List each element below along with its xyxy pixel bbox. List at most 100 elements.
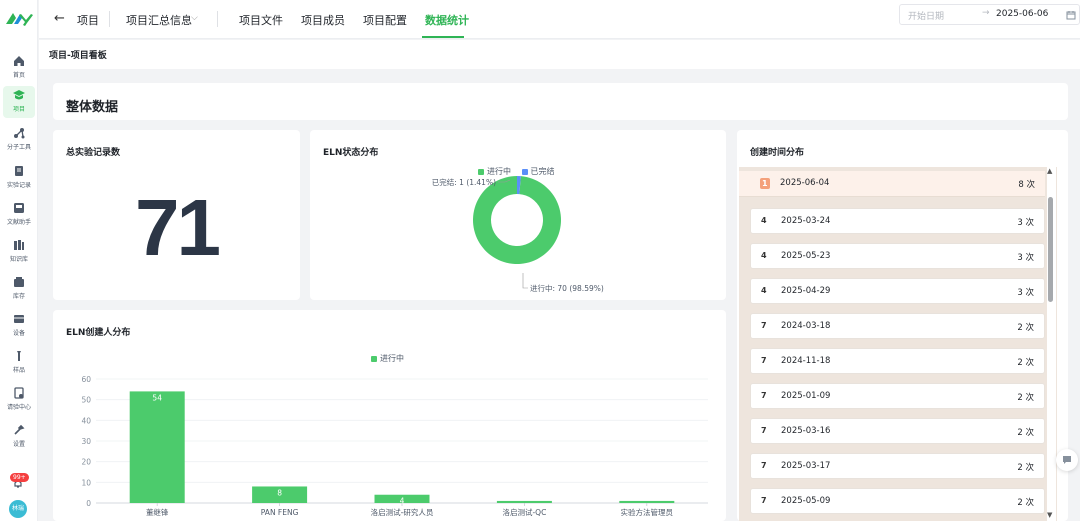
slice-label-done: 已完结: 1 (1.41%): [432, 177, 496, 187]
leader-line-progress: [522, 273, 528, 289]
list-item-date: 2025-05-09: [781, 496, 831, 506]
sidebar-item-knowledge[interactable]: 知识库: [0, 236, 38, 268]
list-item-count: 2 次: [1017, 323, 1034, 333]
y-tick-label: 50: [81, 396, 91, 405]
sidebar-item-label: 样品: [12, 367, 25, 374]
sample-icon: [17, 351, 21, 361]
list-item[interactable]: 7 2025-03-17 2 次: [750, 453, 1045, 479]
notification-badge: 99+: [10, 473, 29, 482]
bar[interactable]: [129, 391, 185, 503]
list-item-date: 2024-03-18: [781, 321, 831, 331]
scrollbar-thumb[interactable]: [1048, 197, 1053, 302]
rank-badge: 7: [761, 391, 767, 400]
sidebar-item-device[interactable]: 设备: [0, 310, 38, 342]
start-date-input[interactable]: 开始日期: [908, 9, 944, 22]
knowledge-icon: [14, 240, 24, 250]
sidebar-item-request[interactable]: 请验中心: [0, 384, 38, 416]
list-item-date: 2025-05-23: [781, 251, 831, 261]
sidebar-item-literature[interactable]: 文献助手: [0, 199, 38, 231]
list-item-date: 2025-03-17: [781, 461, 831, 471]
list-item[interactable]: 7 2024-11-18 2 次: [750, 348, 1045, 374]
bar[interactable]: [496, 500, 552, 503]
avatar[interactable]: 林瑞: [9, 500, 27, 518]
breadcrumb: 项目-项目看板: [49, 51, 107, 61]
sidebar-item-label: 设备: [12, 330, 25, 337]
list-item-count: 2 次: [1017, 393, 1034, 403]
list-item[interactable]: 1 2025-06-04 8 次: [739, 171, 1045, 197]
back-arrow-icon[interactable]: ←: [54, 11, 65, 26]
list-item[interactable]: 7 2024-03-18 2 次: [750, 313, 1045, 339]
sidebar: 首页 项目 分子工具 实验记录 文献助手 知识库 库存 设备 样品 请验中心 设…: [0, 0, 38, 521]
message-icon: [1063, 456, 1071, 464]
rank-badge: 4: [761, 286, 767, 295]
feedback-button[interactable]: [1056, 449, 1078, 471]
y-tick-label: 40: [81, 416, 91, 425]
list-item-count: 3 次: [1017, 288, 1034, 298]
tab-project-files[interactable]: 项目文件: [239, 12, 283, 28]
end-date-input[interactable]: 2025-06-06: [996, 9, 1048, 19]
sidebar-item-label: 请验中心: [6, 404, 31, 411]
sub-header: 项目-项目看板: [39, 40, 1080, 69]
list-item-date: 2025-03-24: [781, 216, 831, 226]
scrollbar[interactable]: ▲ ▼: [1047, 167, 1056, 521]
list-item[interactable]: 7 2025-05-09 2 次: [750, 488, 1045, 514]
rank-badge: 7: [761, 321, 767, 330]
divider: [109, 11, 110, 27]
eln-creator-bar-chart: 605040302010054董继锋8PAN FENG4洛启测试-研究人员 洛启测…: [81, 375, 708, 517]
back-label[interactable]: 项目: [77, 12, 99, 28]
divider: [217, 11, 218, 27]
scroll-down-icon[interactable]: ▼: [1047, 511, 1052, 519]
total-records-card: 总实验记录数 71: [53, 130, 300, 300]
sidebar-item-inventory[interactable]: 库存: [0, 273, 38, 305]
list-item-count: 2 次: [1017, 498, 1034, 508]
list-item[interactable]: 4 2025-03-24 3 次: [750, 208, 1045, 234]
tab-data-statistics[interactable]: 数据统计: [425, 12, 469, 28]
chevron-down-icon[interactable]: ⌵: [191, 13, 198, 23]
y-tick-label: 60: [81, 375, 91, 384]
eln-status-card: ELN状态分布 进行中 已完结 已完结: 1 (1.41%) 进行中: 70 (…: [310, 130, 726, 300]
sidebar-item-home[interactable]: 首页: [0, 52, 38, 84]
rank-badge: 4: [761, 216, 767, 225]
x-tick-label: 董继锋: [146, 507, 169, 517]
tab-project-config[interactable]: 项目配置: [363, 12, 407, 28]
project-selector[interactable]: 项目汇总信息: [126, 12, 192, 28]
list-item[interactable]: 7 2025-01-09 2 次: [750, 383, 1045, 409]
list-item[interactable]: 7 2025-03-16 2 次: [750, 418, 1045, 444]
sidebar-item-settings[interactable]: 设置: [0, 421, 38, 453]
settings-icon: [14, 424, 25, 435]
eln-status-donut-chart: 已完结: 1 (1.41%) 进行中: 70 (98.59%): [432, 176, 604, 293]
tab-project-members[interactable]: 项目成员: [301, 12, 345, 28]
total-records-value: 71: [135, 183, 221, 272]
notebook-icon: [15, 166, 23, 176]
list-item-count: 3 次: [1017, 253, 1034, 263]
list-item-count: 3 次: [1017, 218, 1034, 228]
scroll-up-icon[interactable]: ▲: [1047, 167, 1052, 175]
time-dist-list[interactable]: 1 2025-06-04 8 次 4 2025-03-24 3 次 4 2025…: [739, 167, 1057, 521]
bar-value-label: 8: [277, 488, 282, 497]
sidebar-item-sample[interactable]: 样品: [0, 347, 38, 379]
sidebar-item-label: 项目: [12, 106, 25, 113]
calendar-icon[interactable]: [1066, 10, 1076, 20]
rank-badge: 1: [760, 178, 770, 189]
sidebar-item-label: 实验记录: [6, 182, 31, 189]
y-tick-label: 0: [86, 499, 91, 508]
sidebar-item-molecule[interactable]: 分子工具: [0, 124, 38, 156]
sidebar-item-label: 首页: [12, 72, 25, 79]
overview-card: 整体数据: [53, 83, 1068, 120]
sidebar-item-label: 分子工具: [6, 144, 31, 151]
app-logo[interactable]: [4, 10, 34, 28]
list-item-count: 2 次: [1017, 358, 1034, 368]
list-item-date: 2025-04-29: [781, 286, 831, 296]
sidebar-item-project[interactable]: 项目: [3, 86, 35, 118]
request-icon: [14, 387, 24, 399]
arrow-right-icon: →: [982, 8, 990, 18]
list-item[interactable]: 4 2025-05-23 3 次: [750, 243, 1045, 269]
sidebar-item-notebook[interactable]: 实验记录: [0, 162, 38, 194]
list-item[interactable]: 4 2025-04-29 3 次: [750, 278, 1045, 304]
rank-badge: 7: [761, 496, 767, 505]
date-range-picker[interactable]: 开始日期 → 2025-06-06: [899, 4, 1080, 25]
project-icon: [13, 90, 25, 100]
tab-active-indicator: [422, 36, 464, 38]
sidebar-item-label: 知识库: [9, 256, 28, 263]
bar[interactable]: [619, 500, 675, 503]
